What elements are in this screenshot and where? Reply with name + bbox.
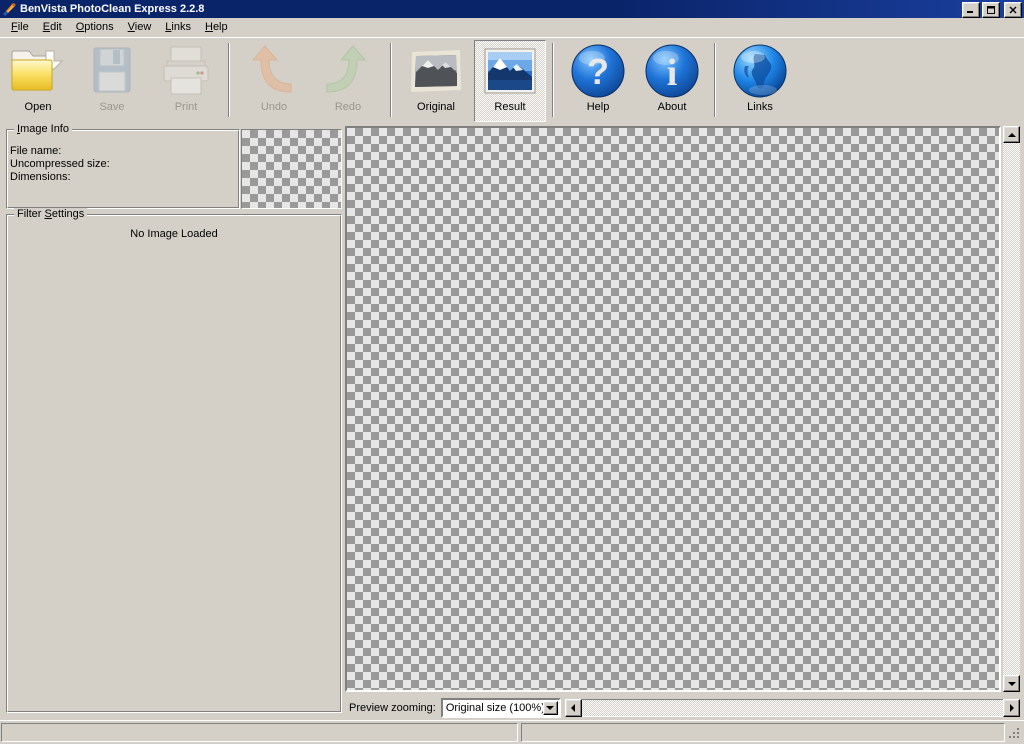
redo-arrow-icon [313, 41, 383, 101]
toolbar-separator-4 [714, 43, 716, 117]
dropdown-arrow-icon [546, 706, 555, 710]
window-title: BenVista PhotoClean Express 2.2.8 [20, 3, 205, 15]
toolbar-button-save[interactable]: Save [76, 40, 148, 122]
question-mark-icon: ? [563, 41, 633, 101]
toolbar-label-result: Result [494, 101, 526, 113]
preview-checkerboard [347, 128, 999, 690]
status-pane-left [1, 723, 518, 742]
toolbar-label-help: Help [586, 101, 610, 113]
toolbar-label-original: Original [417, 101, 455, 113]
preview-zoom-label: Preview zooming: [349, 702, 436, 714]
menu-item-edit[interactable]: Edit [36, 19, 69, 36]
chevron-down-icon [1007, 681, 1016, 686]
menu-item-file[interactable]: File [4, 19, 36, 36]
svg-text:?: ? [587, 51, 609, 92]
undo-arrow-icon [239, 41, 309, 101]
preview-horizontal-scrollbar[interactable] [564, 699, 1020, 717]
chevron-down-icon[interactable] [542, 701, 558, 715]
minimize-button[interactable] [962, 2, 980, 18]
status-bar [0, 720, 1024, 744]
original-photo-icon [401, 41, 471, 101]
resize-grip-icon[interactable] [1007, 726, 1021, 740]
menu-bar: File Edit Options View Links Help [0, 18, 1024, 37]
toolbar-separator-2 [390, 43, 392, 117]
close-button[interactable] [1004, 2, 1022, 18]
toolbar-label-open: Open [24, 101, 52, 113]
preview-zoom-bar: Preview zooming: Original size (100%) [345, 696, 1020, 720]
left-panel: Image Info File name: Uncompressed size:… [3, 123, 344, 716]
toolbar-label-links: Links [747, 101, 773, 113]
globe-icon [725, 41, 795, 101]
toolbar-button-original[interactable]: Original [400, 40, 472, 122]
toolbar-label-redo: Redo [334, 101, 362, 113]
preview-zoom-value: Original size (100%) [445, 702, 545, 714]
filter-settings-group [6, 214, 342, 713]
toolbar-button-redo[interactable]: Redo [312, 40, 384, 122]
scroll-right-button[interactable] [1003, 699, 1020, 717]
scroll-left-button[interactable] [564, 699, 582, 717]
chevron-right-icon [1009, 704, 1014, 712]
maximize-button[interactable] [982, 2, 1000, 18]
filter-settings-group-title: Filter Settings [14, 208, 88, 220]
toolbar-label-about: About [657, 101, 687, 113]
toolbar-label-print: Print [174, 101, 198, 113]
image-info-uncompressed-label: Uncompressed size: [10, 158, 110, 170]
toolbar-button-help[interactable]: ? Help [562, 40, 634, 122]
toolbar-separator-1 [228, 43, 230, 117]
image-info-filename-label: File name: [10, 145, 62, 157]
no-image-loaded-message: No Image Loaded [130, 228, 218, 240]
window-controls [962, 2, 1022, 18]
toolbar-button-result[interactable]: Result [474, 40, 546, 122]
scroll-up-button[interactable] [1003, 126, 1020, 143]
toolbar: Open Save Print Undo Redo Original Resul… [0, 37, 1024, 124]
toolbar-separator-3 [552, 43, 554, 117]
info-icon: i [637, 41, 707, 101]
image-info-dimensions-label: Dimensions: [10, 171, 71, 183]
image-info-group-title: Image Info [14, 123, 72, 135]
toolbar-button-open[interactable]: Open [2, 40, 74, 122]
menu-item-links[interactable]: Links [158, 19, 198, 36]
menu-item-options[interactable]: Options [69, 19, 121, 36]
menu-item-view[interactable]: View [121, 19, 159, 36]
brush-icon [1, 1, 17, 17]
preview-zoom-select[interactable]: Original size (100%) [440, 698, 561, 718]
toolbar-button-print[interactable]: Print [150, 40, 222, 122]
vertical-scroll-trough[interactable] [1003, 143, 1020, 675]
result-photo-icon [475, 41, 545, 101]
toolbar-label-save: Save [99, 101, 125, 113]
svg-text:i: i [667, 52, 678, 94]
preview-vertical-scrollbar[interactable] [1003, 126, 1020, 692]
title-bar: BenVista PhotoClean Express 2.2.8 [0, 0, 1024, 18]
thumbnail-preview [241, 129, 342, 209]
thumbnail-checkerboard [242, 130, 341, 208]
chevron-left-icon [571, 704, 576, 712]
status-pane-right [521, 723, 1005, 742]
toolbar-button-about[interactable]: i About [636, 40, 708, 122]
chevron-up-icon [1007, 132, 1016, 137]
toolbar-button-links[interactable]: Links [724, 40, 796, 122]
application-window: BenVista PhotoClean Express 2.2.8 File E… [0, 0, 1024, 744]
floppy-disk-icon [77, 41, 147, 101]
preview-panel: Preview zooming: Original size (100%) [345, 126, 1020, 718]
printer-icon [151, 41, 221, 101]
menu-item-help[interactable]: Help [198, 19, 235, 36]
horizontal-scroll-trough[interactable] [581, 699, 1003, 717]
scroll-down-button[interactable] [1003, 675, 1020, 692]
preview-canvas[interactable] [345, 126, 1001, 692]
toolbar-label-undo: Undo [260, 101, 288, 113]
toolbar-button-undo[interactable]: Undo [238, 40, 310, 122]
open-folder-icon [3, 41, 73, 101]
